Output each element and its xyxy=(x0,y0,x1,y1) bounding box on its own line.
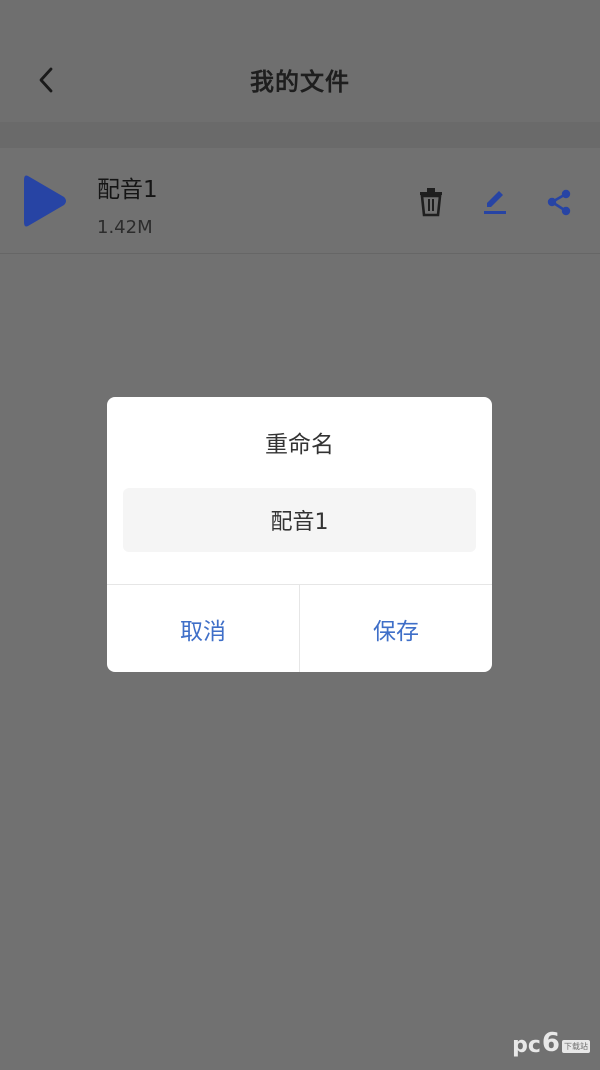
header-divider xyxy=(0,122,600,148)
trash-icon xyxy=(420,188,442,217)
cancel-button[interactable]: 取消 xyxy=(107,585,299,672)
rename-dialog: 重命名 取消 保存 xyxy=(107,397,492,672)
dialog-title: 重命名 xyxy=(265,432,334,458)
page-title: 我的文件 xyxy=(250,68,350,96)
edit-button[interactable] xyxy=(478,185,512,219)
share-icon xyxy=(547,189,571,216)
app-header xyxy=(0,0,600,122)
watermark-digit: 6 xyxy=(541,1028,560,1058)
rename-input[interactable] xyxy=(123,488,476,552)
play-icon[interactable] xyxy=(22,172,68,230)
watermark-logo: pc 6 下载站 xyxy=(512,1028,590,1058)
save-button[interactable]: 保存 xyxy=(300,585,492,672)
edit-icon xyxy=(484,191,506,214)
share-button[interactable] xyxy=(542,185,576,219)
watermark-brand: pc xyxy=(512,1033,541,1058)
list-divider xyxy=(0,253,600,254)
watermark-sub: 下载站 xyxy=(562,1040,590,1053)
delete-button[interactable] xyxy=(414,185,448,219)
file-name: 配音1 xyxy=(97,177,158,203)
file-size: 1.42M xyxy=(97,217,153,238)
